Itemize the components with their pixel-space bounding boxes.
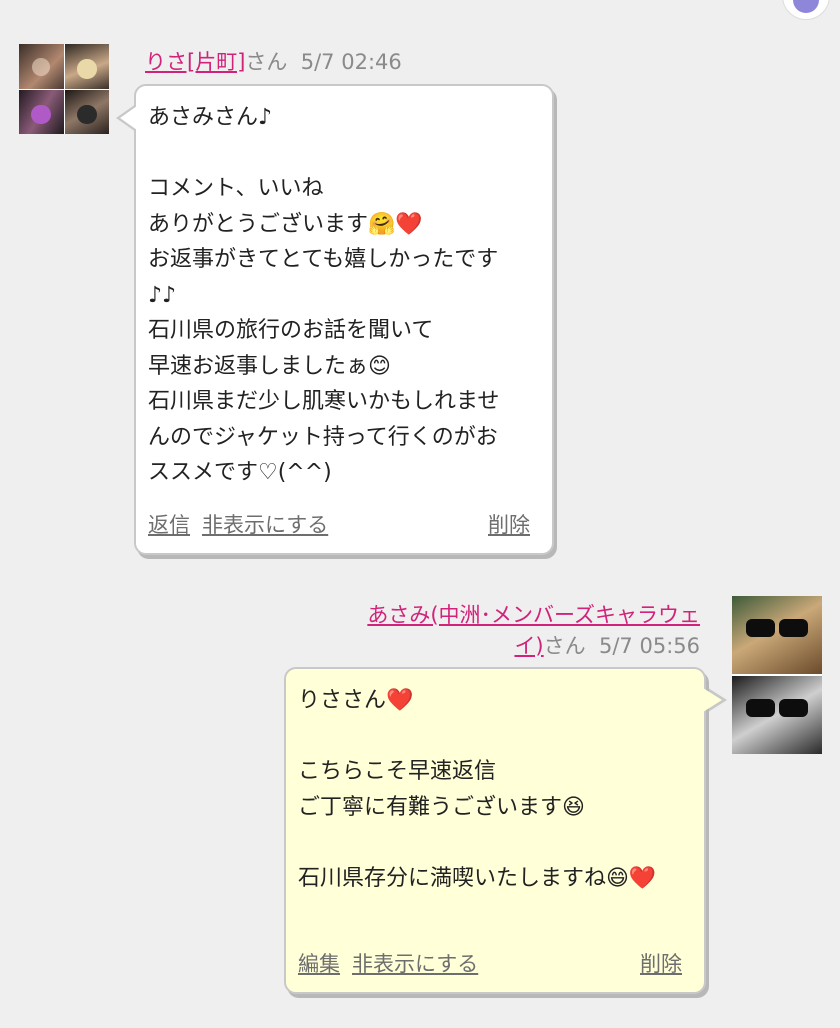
- message-line: 石川県まだ少し肌寒いかもしれませ: [148, 389, 500, 414]
- message-timestamp: 5/7 05:56: [599, 634, 700, 658]
- sent-message-bubble: りささん❤️ こちらこそ早速返信 ご丁寧に有難うございます😆 石川県存分に満喫い…: [284, 667, 706, 994]
- sender-suffix: さん: [245, 50, 288, 74]
- sender-avatar[interactable]: [19, 44, 109, 134]
- message-line: ご丁寧に有難うございます😆: [298, 794, 585, 820]
- message-line: 石川県存分に満喫いたしますね😄❤️: [298, 865, 657, 891]
- own-name-link-cont[interactable]: イ): [514, 634, 543, 658]
- sent-message-header-cont: イ)さん 5/7 05:56: [514, 630, 700, 660]
- hide-link[interactable]: 非表示にする: [202, 508, 328, 544]
- message-line: あさみさん♪: [148, 105, 273, 130]
- avatar-photo: [64, 44, 109, 89]
- sender-suffix: さん: [543, 634, 586, 658]
- own-name-link[interactable]: あさみ(中洲･メンバーズキャラウェ: [367, 603, 700, 627]
- bubble-tail-fill: [703, 688, 722, 712]
- received-message-bubble: あさみさん♪ コメント、いいね ありがとうございます🤗❤️ お返事がきてとても嬉…: [134, 84, 554, 555]
- chat-bubble-icon: [793, 0, 819, 13]
- hide-link[interactable]: 非表示にする: [352, 947, 478, 983]
- chat-fab-button[interactable]: [782, 0, 830, 20]
- message-line: お返事がきてとても嬉しかったです: [148, 247, 499, 272]
- message-line: [148, 136, 540, 172]
- message-actions: 返信 非表示にする 削除: [148, 508, 530, 544]
- avatar-photo: [19, 89, 64, 134]
- message-thread: りさ[片町]さん 5/7 02:46 あさみさん♪ コメント、いいね ありがとう…: [0, 0, 840, 1028]
- message-line: ススメです♡(^^): [148, 460, 332, 485]
- edit-link[interactable]: 編集: [298, 947, 340, 983]
- sender-name-link[interactable]: りさ[片町]: [145, 50, 245, 74]
- sent-message-header: あさみ(中洲･メンバーズキャラウェ: [367, 599, 700, 629]
- avatar-photo: [64, 89, 109, 134]
- delete-link[interactable]: 削除: [488, 508, 530, 544]
- message-line: [298, 825, 692, 861]
- own-avatar[interactable]: [732, 596, 822, 754]
- avatar-photo: [732, 596, 822, 674]
- avatar-photo: [19, 44, 64, 89]
- delete-link[interactable]: 削除: [640, 947, 682, 983]
- avatar-photo: [732, 676, 822, 754]
- message-line: んのでジャケット持って行くのがお: [148, 424, 498, 450]
- message-line: こちらこそ早速返信: [298, 759, 497, 784]
- message-line: [298, 719, 692, 755]
- reply-link[interactable]: 返信: [148, 508, 190, 544]
- message-line: ありがとうございます🤗❤️: [148, 211, 423, 237]
- message-actions: 編集 非表示にする 削除: [298, 947, 682, 983]
- message-line: 早速お返事しましたぁ😊: [148, 353, 391, 379]
- message-line: 石川県の旅行のお話を聞いて: [148, 318, 434, 343]
- received-message-header: りさ[片町]さん 5/7 02:46: [145, 46, 402, 76]
- message-line: コメント、いいね: [148, 176, 324, 201]
- message-line: りささん❤️: [298, 688, 414, 713]
- message-line: ♪♪: [148, 282, 177, 308]
- bubble-tail-fill: [120, 106, 137, 130]
- message-timestamp: 5/7 02:46: [300, 50, 402, 74]
